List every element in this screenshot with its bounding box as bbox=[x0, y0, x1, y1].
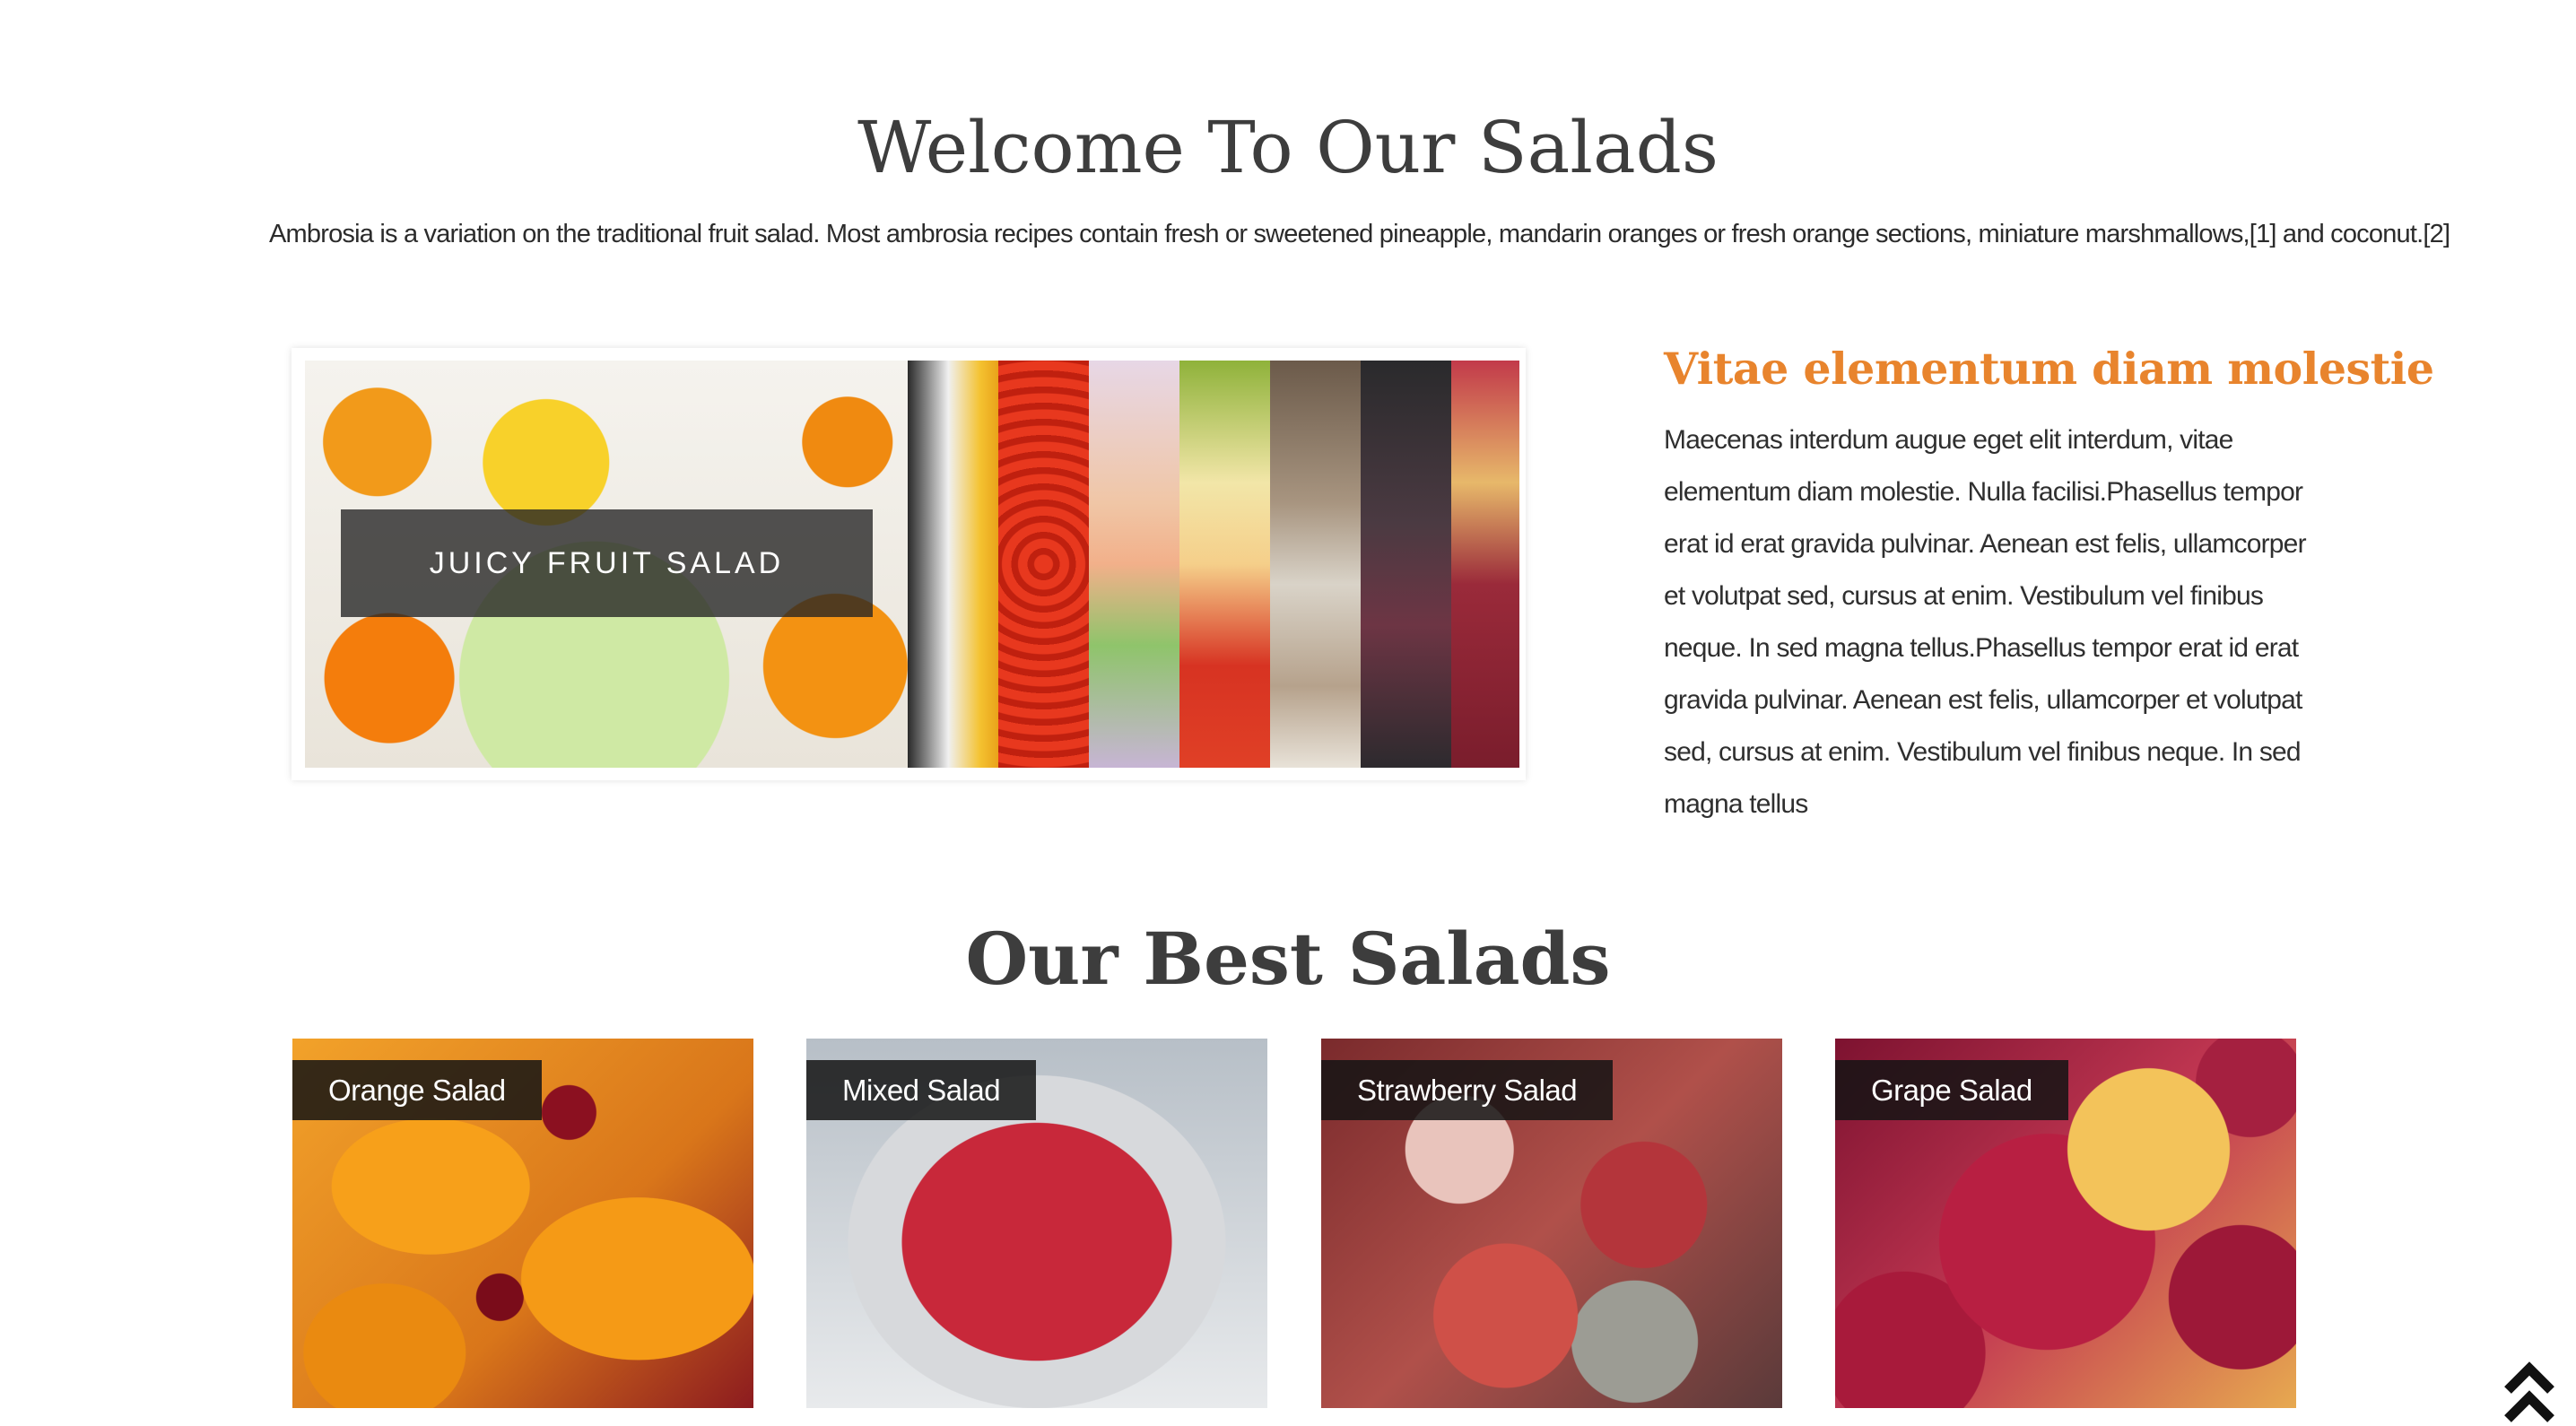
salad-card-label: Orange Salad bbox=[292, 1060, 542, 1120]
back-to-top-button[interactable] bbox=[2502, 1354, 2556, 1426]
feature-title: Vitae elementum diam molestie bbox=[1664, 343, 2434, 395]
slider-caption: JUICY FRUIT SALAD bbox=[341, 509, 873, 617]
double-chevron-up-icon bbox=[2504, 1361, 2554, 1422]
salad-card-grape[interactable]: Grape Salad bbox=[1835, 1039, 2296, 1408]
slider-strip-3[interactable] bbox=[1089, 361, 1179, 768]
slider-strip-5[interactable] bbox=[1270, 361, 1361, 768]
salad-card-label: Strawberry Salad bbox=[1321, 1060, 1614, 1120]
welcome-title: Welcome To Our Salads bbox=[857, 106, 1719, 189]
slider-strip-4[interactable] bbox=[1179, 361, 1270, 768]
salad-card-mixed[interactable]: Mixed Salad bbox=[806, 1039, 1267, 1408]
best-salads-title: Our Best Salads bbox=[965, 917, 1611, 1001]
salad-card-label: Grape Salad bbox=[1835, 1060, 2068, 1120]
feature-body: Maecenas interdum augue eget elit interd… bbox=[1664, 425, 2307, 819]
slider-strip-1[interactable] bbox=[908, 361, 998, 768]
welcome-text: Ambrosia is a variation on the tradition… bbox=[269, 220, 2450, 248]
salad-card-label: Mixed Salad bbox=[806, 1060, 1037, 1120]
slider-strip-2[interactable] bbox=[998, 361, 1089, 768]
salad-card-orange[interactable]: Orange Salad bbox=[292, 1039, 753, 1408]
slider-strip-7[interactable] bbox=[1451, 361, 1519, 768]
slider-strip-6[interactable] bbox=[1361, 361, 1451, 768]
salad-card-strawberry[interactable]: Strawberry Salad bbox=[1321, 1039, 1782, 1408]
